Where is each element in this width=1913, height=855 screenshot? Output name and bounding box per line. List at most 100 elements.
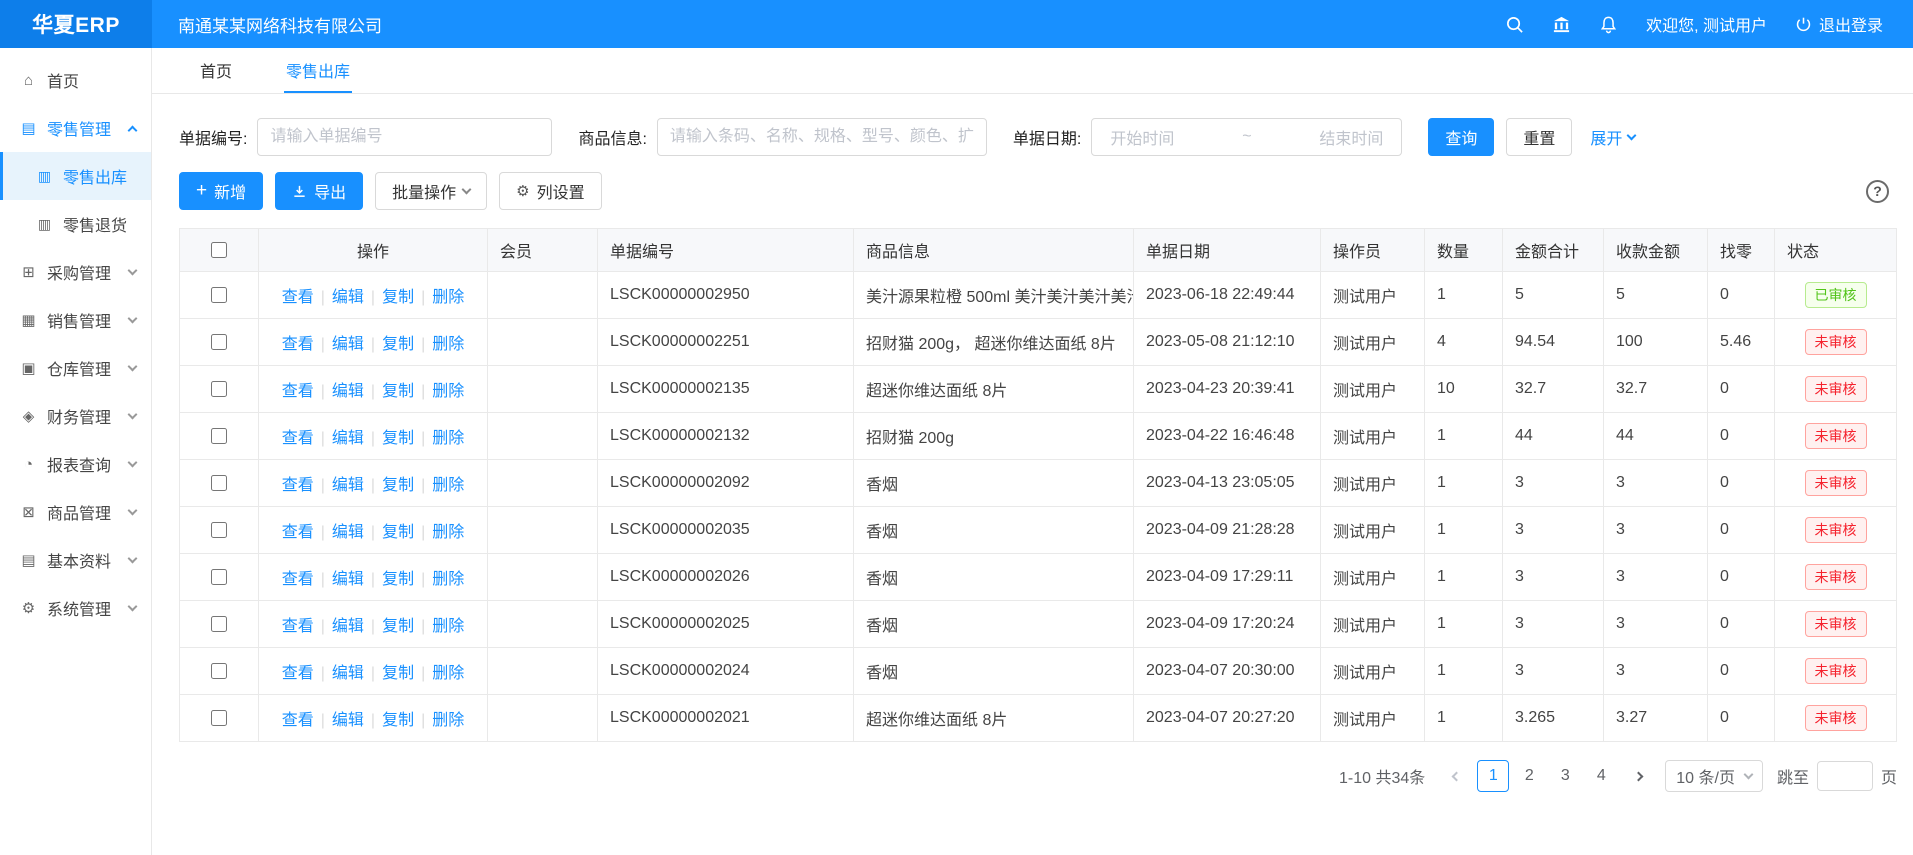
view-action-link[interactable]: 查看 (282, 712, 314, 729)
page-button-3[interactable]: 3 (1549, 760, 1581, 792)
page-button-2[interactable]: 2 (1513, 760, 1545, 792)
edit-action-link[interactable]: 编辑 (332, 524, 364, 541)
row-checkbox[interactable] (211, 569, 227, 585)
view-action-link[interactable]: 查看 (282, 430, 314, 447)
row-checkbox[interactable] (211, 616, 227, 632)
row-checkbox[interactable] (211, 428, 227, 444)
reset-button[interactable]: 重置 (1506, 118, 1572, 156)
tab-retail-outbound[interactable]: 零售出库 (284, 48, 352, 93)
sidebar-item-retail[interactable]: ▤零售管理 (0, 104, 151, 152)
delete-action-link[interactable]: 删除 (432, 477, 464, 494)
copy-action-link[interactable]: 复制 (382, 477, 414, 494)
view-action-link[interactable]: 查看 (282, 665, 314, 682)
row-select-cell (180, 366, 259, 413)
view-action-link[interactable]: 查看 (282, 618, 314, 635)
add-button[interactable]: + 新增 (179, 172, 263, 210)
view-action-link[interactable]: 查看 (282, 289, 314, 306)
page-size-select[interactable]: 10 条/页 (1665, 760, 1763, 792)
row-checkbox[interactable] (211, 381, 227, 397)
edit-action-link[interactable]: 编辑 (332, 383, 364, 400)
copy-action-link[interactable]: 复制 (382, 618, 414, 635)
goods-info-input[interactable] (657, 118, 987, 156)
view-action-link[interactable]: 查看 (282, 571, 314, 588)
copy-action-link[interactable]: 复制 (382, 289, 414, 306)
delete-action-link[interactable]: 删除 (432, 665, 464, 682)
page-button-1[interactable]: 1 (1477, 760, 1509, 792)
copy-action-link[interactable]: 复制 (382, 430, 414, 447)
action-separator: | (421, 524, 425, 541)
view-action-link[interactable]: 查看 (282, 524, 314, 541)
next-page-button[interactable] (1623, 761, 1653, 791)
app-logo[interactable]: 华夏ERP (0, 0, 152, 48)
copy-action-link[interactable]: 复制 (382, 712, 414, 729)
column-settings-button[interactable]: ⚙ 列设置 (499, 172, 601, 210)
column-header-4: 单据日期 (1134, 229, 1321, 272)
copy-action-link[interactable]: 复制 (382, 571, 414, 588)
help-icon[interactable]: ? (1866, 180, 1889, 203)
table-row: 查看|编辑|复制|删除LSCK00000002025香烟2023-04-09 1… (180, 601, 1897, 648)
doc-no-label: 单据编号: (179, 125, 247, 149)
sidebar-item-sales[interactable]: ▦销售管理 (0, 296, 151, 344)
jump-page-input[interactable] (1817, 761, 1873, 791)
view-action-link[interactable]: 查看 (282, 383, 314, 400)
doc-no-input[interactable] (257, 118, 552, 156)
row-checkbox[interactable] (211, 710, 227, 726)
sidebar-item-warehouse[interactable]: ▣仓库管理 (0, 344, 151, 392)
export-button[interactable]: 导出 (275, 172, 363, 210)
delete-action-link[interactable]: 删除 (432, 524, 464, 541)
tab-home[interactable]: 首页 (198, 48, 234, 93)
delete-action-link[interactable]: 删除 (432, 571, 464, 588)
sidebar-item-finance[interactable]: ◈财务管理 (0, 392, 151, 440)
copy-action-link[interactable]: 复制 (382, 336, 414, 353)
select-all-checkbox[interactable] (211, 242, 227, 258)
sidebar-item-basic-data[interactable]: ▤基本资料 (0, 536, 151, 584)
edit-action-link[interactable]: 编辑 (332, 571, 364, 588)
notification-bell-icon[interactable] (1599, 15, 1618, 34)
delete-action-link[interactable]: 删除 (432, 289, 464, 306)
edit-action-link[interactable]: 编辑 (332, 477, 364, 494)
edit-action-link[interactable]: 编辑 (332, 665, 364, 682)
copy-action-link[interactable]: 复制 (382, 524, 414, 541)
sidebar-subitem-retail-return[interactable]: ▥零售退货 (0, 200, 151, 248)
copy-action-link[interactable]: 复制 (382, 383, 414, 400)
view-action-link[interactable]: 查看 (282, 477, 314, 494)
chevron-down-icon (1627, 130, 1637, 140)
platform-bank-icon[interactable] (1552, 15, 1571, 34)
expand-toggle[interactable]: 展开 (1590, 125, 1635, 149)
chevron-right-icon (1633, 771, 1643, 781)
copy-action-link[interactable]: 复制 (382, 665, 414, 682)
logout-button[interactable]: 退出登录 (1795, 12, 1883, 36)
goods-cell: 美汁源果粒橙 500ml 美汁美汁美汁美汁美... (854, 272, 1134, 319)
edit-action-link[interactable]: 编辑 (332, 289, 364, 306)
page-button-4[interactable]: 4 (1585, 760, 1617, 792)
search-icon[interactable] (1505, 15, 1524, 34)
edit-action-link[interactable]: 编辑 (332, 712, 364, 729)
row-checkbox[interactable] (211, 522, 227, 538)
delete-action-link[interactable]: 删除 (432, 383, 464, 400)
row-checkbox[interactable] (211, 475, 227, 491)
delete-action-link[interactable]: 删除 (432, 618, 464, 635)
reset-button-label: 重置 (1523, 125, 1555, 149)
delete-action-link[interactable]: 删除 (432, 712, 464, 729)
qty-cell: 10 (1425, 366, 1503, 413)
sidebar-item-report[interactable]: ◔报表查询 (0, 440, 151, 488)
prev-page-button[interactable] (1441, 761, 1471, 791)
search-button[interactable]: 查询 (1428, 118, 1494, 156)
sidebar-item-goods[interactable]: ⊠商品管理 (0, 488, 151, 536)
sidebar-item-purchase[interactable]: ⊞采购管理 (0, 248, 151, 296)
edit-action-link[interactable]: 编辑 (332, 430, 364, 447)
row-checkbox[interactable] (211, 663, 227, 679)
date-range-picker[interactable]: 开始时间 ~ 结束时间 (1091, 118, 1402, 156)
edit-action-link[interactable]: 编辑 (332, 618, 364, 635)
delete-action-link[interactable]: 删除 (432, 430, 464, 447)
sidebar-subitem-retail-outbound[interactable]: ▥零售出库 (0, 152, 151, 200)
delete-action-link[interactable]: 删除 (432, 336, 464, 353)
sidebar-item-system[interactable]: ⚙系统管理 (0, 584, 151, 632)
sidebar-item-home[interactable]: ⌂首页 (0, 56, 151, 104)
row-checkbox[interactable] (211, 334, 227, 350)
batch-actions-button[interactable]: 批量操作 (375, 172, 487, 210)
change-cell: 0 (1708, 648, 1775, 695)
edit-action-link[interactable]: 编辑 (332, 336, 364, 353)
row-checkbox[interactable] (211, 287, 227, 303)
view-action-link[interactable]: 查看 (282, 336, 314, 353)
